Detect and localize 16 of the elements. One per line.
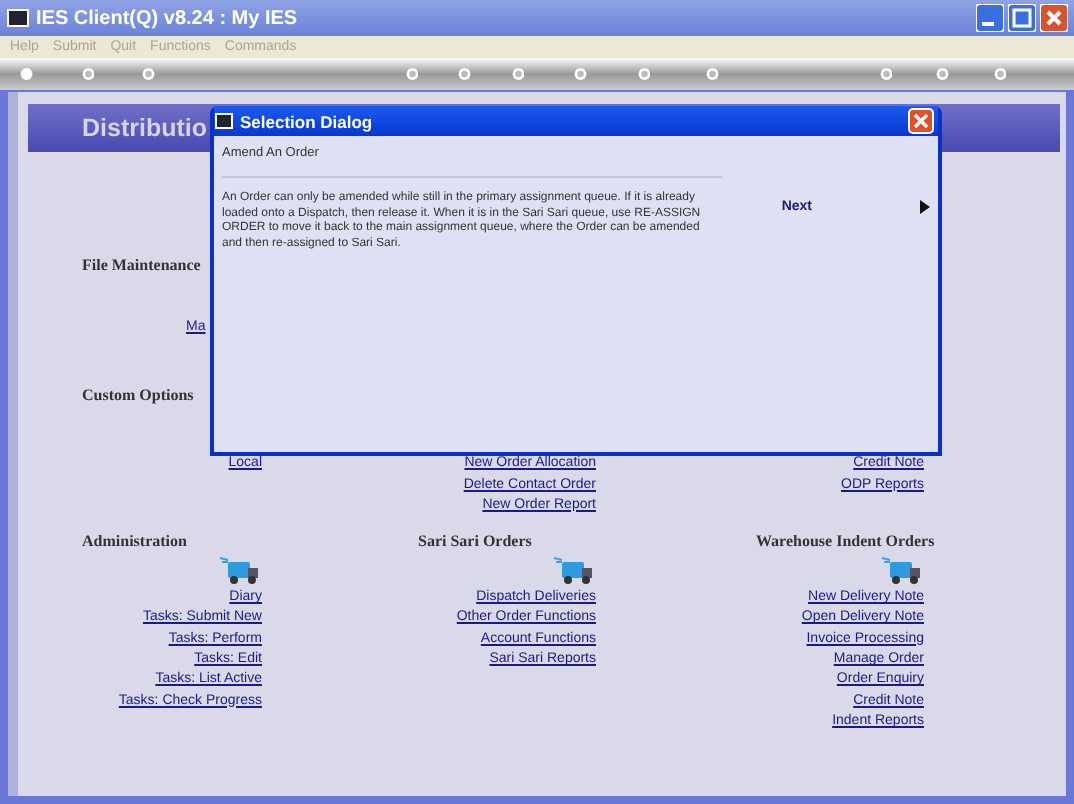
banner-title: Distributio (82, 114, 207, 142)
section-heading: File Maintenance (82, 256, 203, 274)
section-heading: Sari Sari Orders (418, 532, 532, 553)
truck-icon (552, 554, 596, 587)
section-heading: Administration (82, 532, 187, 553)
app-icon (6, 6, 30, 30)
minimize-icon[interactable] (976, 4, 1004, 32)
section-heading: Custom Options (82, 386, 196, 405)
truck-icon (880, 554, 924, 587)
maximize-icon[interactable] (1008, 4, 1036, 32)
section-heading: Warehouse Indent Orders (756, 532, 935, 553)
truck-icon (218, 554, 262, 587)
dialog-title: Selection Dialog (240, 111, 375, 131)
app-icon (214, 111, 234, 131)
arrow-icon (920, 200, 930, 214)
window-title: IES Client(Q) v8.24 : My IES (36, 7, 300, 29)
